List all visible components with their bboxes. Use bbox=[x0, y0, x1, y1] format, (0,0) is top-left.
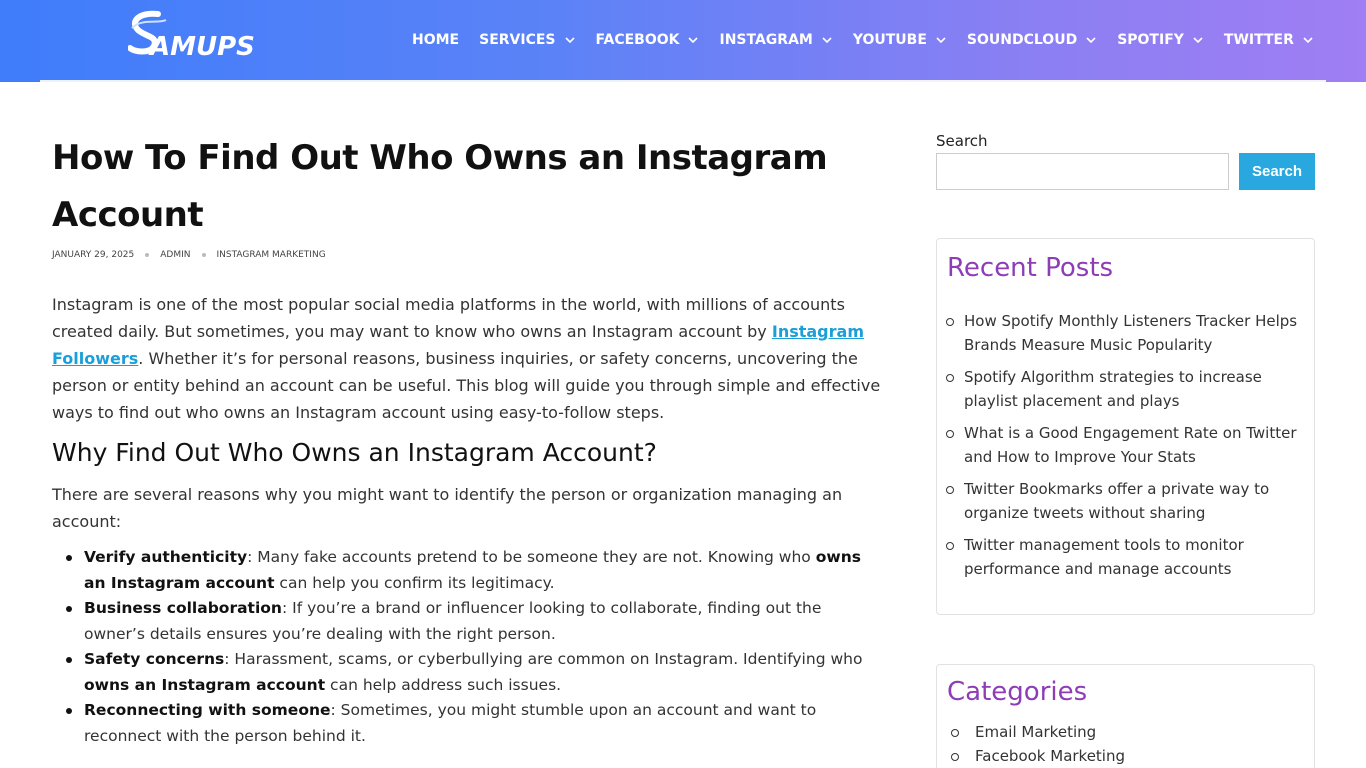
chevron-down-icon bbox=[564, 37, 575, 44]
nav-item-twitter[interactable]: TWITTER bbox=[1224, 32, 1314, 48]
item-bold: Safety concerns bbox=[84, 650, 225, 668]
reasons-list: Verify authenticity: Many fake accounts … bbox=[66, 545, 874, 749]
list-item: Business collaboration: If you’re a bran… bbox=[66, 596, 874, 647]
recent-posts-title: Recent Posts bbox=[947, 253, 1114, 283]
nav-label: SPOTIFY bbox=[1117, 32, 1184, 48]
categories-widget: Categories Email Marketing Facebook Mark… bbox=[936, 664, 1315, 768]
item-bold: Business collaboration bbox=[84, 599, 282, 617]
nav-label: SOUNDCLOUD bbox=[966, 32, 1078, 48]
item-bold: Verify authenticity bbox=[84, 548, 248, 566]
item-text: can help you confirm its legitimacy. bbox=[274, 573, 555, 592]
item-text: : Many fake accounts pretend to be someo… bbox=[247, 548, 816, 566]
nav-label: INSTAGRAM bbox=[719, 32, 813, 48]
chevron-down-icon bbox=[1193, 37, 1203, 44]
list-item: Verify authenticity: Many fake accounts … bbox=[66, 545, 874, 596]
item-text: : Harassment, scams, or cyberbullying ar… bbox=[224, 650, 863, 668]
chevron-down-icon bbox=[688, 37, 699, 44]
meta-separator bbox=[201, 253, 206, 257]
nav-item-facebook[interactable]: FACEBOOK bbox=[596, 32, 700, 48]
meta-separator bbox=[145, 253, 150, 257]
search-label: Search bbox=[936, 132, 988, 150]
section-heading: Why Find Out Who Owns an Instagram Accou… bbox=[52, 438, 657, 467]
item-text: can help address such issues. bbox=[325, 675, 562, 694]
site-header: AMUPS HOME SERVICES FACEBOOK INSTAGRAM Y… bbox=[0, 0, 1366, 82]
nav-label: FACEBOOK bbox=[595, 32, 680, 48]
item-bold: owns an Instagram account bbox=[84, 675, 326, 694]
categories-list: Email Marketing Facebook Marketing bbox=[950, 720, 1125, 768]
post-category[interactable]: INSTAGRAM MARKETING bbox=[217, 250, 326, 260]
site-logo[interactable]: AMUPS bbox=[128, 10, 268, 62]
logo-text: AMUPS bbox=[150, 32, 255, 62]
nav-item-spotify[interactable]: SPOTIFY bbox=[1117, 32, 1204, 48]
nav-label: SERVICES bbox=[479, 32, 556, 48]
recent-posts-list: How Spotify Monthly Listeners Tracker He… bbox=[946, 309, 1316, 589]
nav-item-instagram[interactable]: INSTAGRAM bbox=[719, 32, 832, 48]
header-divider bbox=[40, 80, 1326, 82]
nav-item-youtube[interactable]: YOUTUBE bbox=[853, 32, 947, 48]
search-input[interactable] bbox=[936, 153, 1229, 190]
nav-label: HOME bbox=[412, 32, 460, 48]
chevron-down-icon bbox=[1303, 37, 1313, 44]
article-title: How To Find Out Who Owns an Instagram Ac… bbox=[52, 138, 828, 235]
intro-text: . Whether it’s for personal reasons, bus… bbox=[52, 349, 881, 422]
post-author[interactable]: ADMIN bbox=[160, 250, 190, 260]
recent-posts-widget: Recent Posts How Spotify Monthly Listene… bbox=[936, 238, 1315, 615]
category-link[interactable]: Facebook Marketing bbox=[950, 744, 1125, 768]
nav-item-soundcloud[interactable]: SOUNDCLOUD bbox=[967, 32, 1097, 48]
list-item: Reconnecting with someone: Sometimes, yo… bbox=[66, 698, 874, 749]
list-item: Safety concerns: Harassment, scams, or c… bbox=[66, 647, 874, 698]
categories-title: Categories bbox=[947, 677, 1088, 707]
chevron-down-icon bbox=[822, 37, 832, 44]
main-nav: HOME SERVICES FACEBOOK INSTAGRAM YOUTUBE… bbox=[412, 29, 1334, 51]
nav-item-services[interactable]: SERVICES bbox=[479, 32, 575, 48]
recent-post-link[interactable]: How Spotify Monthly Listeners Tracker He… bbox=[946, 309, 1316, 357]
nav-label: TWITTER bbox=[1223, 32, 1294, 48]
recent-post-link[interactable]: Spotify Algorithm strategies to increase… bbox=[946, 365, 1316, 413]
chevron-down-icon bbox=[936, 37, 946, 44]
item-bold: Reconnecting with someone bbox=[84, 701, 331, 719]
nav-item-home[interactable]: HOME bbox=[412, 32, 459, 48]
recent-post-link[interactable]: Twitter Bookmarks offer a private way to… bbox=[946, 477, 1316, 525]
chevron-down-icon bbox=[1086, 37, 1096, 44]
nav-label: YOUTUBE bbox=[852, 32, 927, 48]
recent-post-link[interactable]: Twitter management tools to monitor perf… bbox=[946, 533, 1316, 581]
article-intro: Instagram is one of the most popular soc… bbox=[52, 291, 882, 426]
category-link[interactable]: Email Marketing bbox=[950, 720, 1125, 744]
section-intro: There are several reasons why you might … bbox=[52, 485, 843, 531]
intro-text: Instagram is one of the most popular soc… bbox=[52, 295, 845, 341]
recent-post-link[interactable]: What is a Good Engagement Rate on Twitte… bbox=[946, 421, 1316, 469]
article-meta: JANUARY 29, 2025 ADMIN INSTAGRAM MARKETI… bbox=[52, 250, 326, 260]
post-date[interactable]: JANUARY 29, 2025 bbox=[52, 250, 134, 260]
search-button[interactable]: Search bbox=[1239, 153, 1315, 190]
